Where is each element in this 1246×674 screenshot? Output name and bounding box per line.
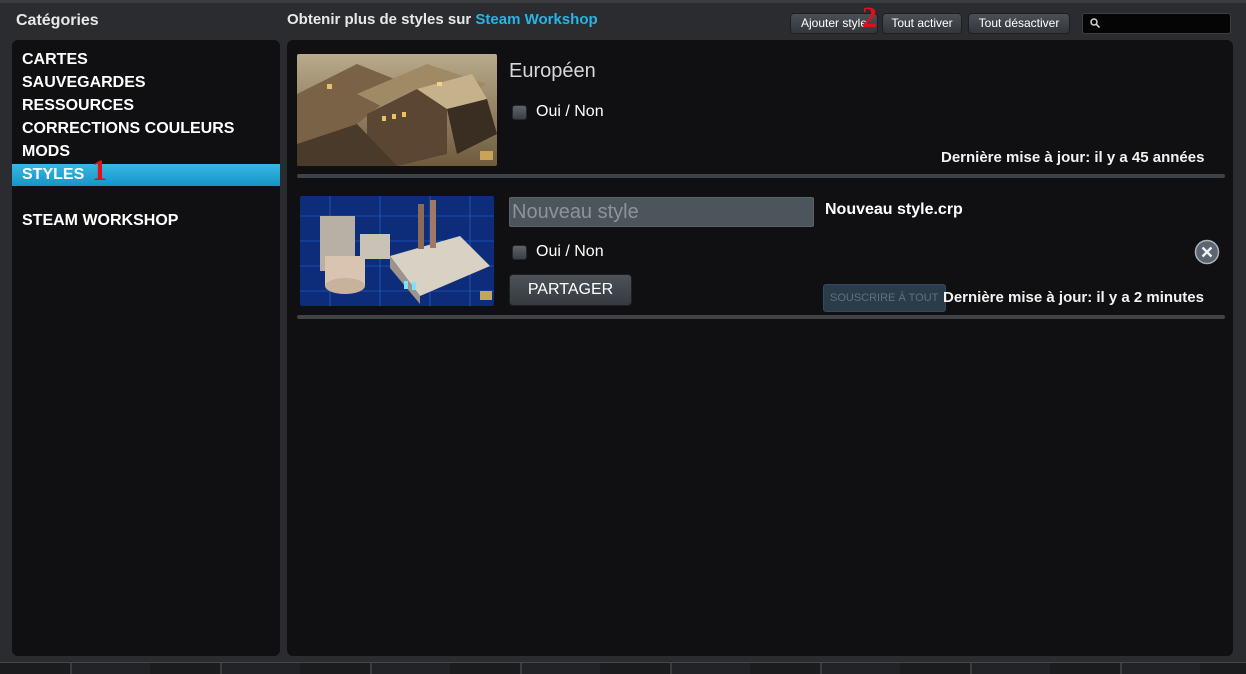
annotation-marker-2: 2 xyxy=(862,1,877,34)
sidebar-item-cartes[interactable]: CARTES xyxy=(12,49,280,71)
annotation-marker-1: 1 xyxy=(92,154,107,187)
search-input[interactable] xyxy=(1082,13,1231,34)
sidebar-item-ressources[interactable]: RESSOURCES xyxy=(12,95,280,117)
style-enable-checkbox-new-style[interactable] xyxy=(512,245,527,260)
enable-all-button[interactable]: Tout activer xyxy=(882,13,962,34)
categories-title: Catégories xyxy=(16,12,99,29)
close-icon[interactable] xyxy=(1194,239,1220,265)
share-button[interactable]: PARTAGER xyxy=(509,274,632,306)
sidebar-item-sauvegardes[interactable]: SAUVEGARDES xyxy=(12,72,280,94)
style-updated-european: Dernière mise à jour: il y a 45 années xyxy=(941,149,1205,166)
sidebar-item-corrections-couleurs[interactable]: CORRECTIONS COULEURS xyxy=(12,118,280,140)
style-enable-label-new-style: Oui / Non xyxy=(536,243,604,260)
search-icon xyxy=(1090,18,1101,29)
list-divider xyxy=(297,315,1225,319)
style-enable-checkbox-european[interactable] xyxy=(512,105,527,120)
bottom-bar xyxy=(0,662,1246,674)
sidebar-item-mods[interactable]: MODS xyxy=(12,141,280,163)
disable-all-button[interactable]: Tout désactiver xyxy=(968,13,1070,34)
steam-workshop-link[interactable]: Steam Workshop xyxy=(475,11,597,28)
sidebar-item-styles[interactable]: STYLES xyxy=(12,164,280,186)
workshop-promo-text: Obtenir plus de styles sur xyxy=(287,11,472,28)
subscribe-all-button[interactable]: SOUSCRIRE À TOUT xyxy=(823,284,946,312)
top-border xyxy=(0,0,1246,3)
style-enable-label-european: Oui / Non xyxy=(536,103,604,120)
style-updated-new-style: Dernière mise à jour: il y a 2 minutes xyxy=(943,289,1204,306)
sidebar-item-steam-workshop[interactable]: STEAM WORKSHOP xyxy=(12,210,280,232)
categories-sidebar: CARTES SAUVEGARDES RESSOURCES CORRECTION… xyxy=(12,40,280,656)
workshop-promo: Obtenir plus de styles sur Steam Worksho… xyxy=(287,11,598,28)
style-thumbnail-european xyxy=(297,54,497,166)
style-name-european: Européen xyxy=(509,60,596,82)
style-name-input[interactable] xyxy=(509,197,814,227)
style-thumbnail-new-style xyxy=(300,196,494,306)
list-divider xyxy=(297,174,1225,178)
style-filename: Nouveau style.crp xyxy=(825,201,963,218)
